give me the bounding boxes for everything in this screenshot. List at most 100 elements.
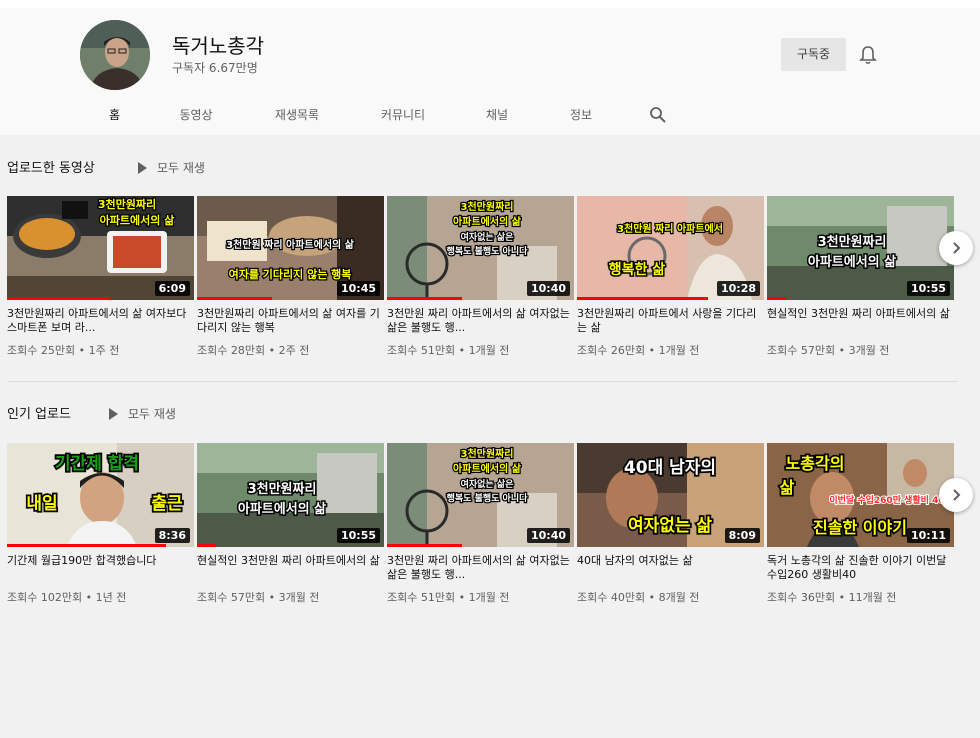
play-all-label: 모두 재생 [157,161,205,175]
thumb-overlay-line: 진솔한 이야기 [813,518,907,537]
watch-progress-bar [7,297,110,300]
video-card[interactable]: 3천만원짜리 아파트에서의 삶 6:09 3천만원짜리 아파트에서의 삶 여자보… [7,196,194,358]
video-card[interactable]: 3천만원짜리 아파트에서의 삶 10:55 현실적인 3천만원 짜리 아파트에서… [197,443,384,605]
video-meta: 조회수 102만회 • 1년 전 [7,591,127,604]
subscribe-button[interactable]: 구독중 [781,38,846,71]
video-duration: 8:36 [154,528,190,543]
video-card[interactable]: 3천만원 짜리 아파트에서의 삶 여자를 기다리지 않는 행복 10:45 3천… [197,196,384,358]
thumb-overlay-line: 3천만원 짜리 아파트에서의 삶 [226,238,355,251]
video-title[interactable]: 기간제 월급190만 합격했습니다 [7,554,194,582]
video-duration: 10:45 [336,281,380,296]
video-card[interactable]: 3천만원짜리 아파트에서의 삶 10:55 현실적인 3천만원 짜리 아파트에서… [767,196,954,358]
video-thumbnail[interactable]: 3천만원짜리 아파트에서의 삶 10:55 [197,443,384,547]
video-duration: 10:40 [526,528,570,543]
video-thumbnail[interactable]: 노총각의 삶 이번달 수입260만 생활비 40 진솔한 이야기 10:11 [767,443,954,547]
thumb-overlay-line: 삶 [780,478,795,497]
video-title[interactable]: 3천만원 짜리 아파트에서의 삶 여자없는 삶은 불행도 행... [387,554,574,582]
video-title[interactable]: 40대 남자의 여자없는 삶 [577,554,764,582]
video-title[interactable]: 현실적인 3천만원 짜리 아파트에서의 삶 [767,307,954,335]
video-thumbnail[interactable]: 3천만원짜리 아파트에서의 삶 10:55 [767,196,954,300]
chevron-right-icon [953,242,961,254]
top-strip [0,0,980,8]
play-all-button[interactable]: 모두 재생 [109,405,176,422]
thumb-overlay-line: 아파트에서의 삶 [808,254,896,270]
video-card[interactable]: 노총각의 삶 이번달 수입260만 생활비 40 진솔한 이야기 10:11 독… [767,443,954,605]
video-duration: 10:28 [716,281,760,296]
watch-progress-bar [577,297,708,300]
thumb-overlay-line: 행복도 불행도 아니다 [447,492,529,504]
thumb-overlay-line: 여자없는 삶 [628,516,712,536]
video-card[interactable]: 3천만원짜리 아파트에서의 삶 여자없는 삶은 행복도 불행도 아니다 10:4… [387,443,574,605]
thumb-overlay-line: 여자없는 삶은 [461,231,514,243]
play-icon [109,407,118,420]
watch-progress-bar [197,297,272,300]
chevron-right-icon [953,489,961,501]
video-title[interactable]: 3천만원짜리 아파트에서의 삶 여자를 기다리지 않는 행복 [197,307,384,335]
thumb-overlay-line: 행복도 불행도 아니다 [447,245,529,257]
video-title[interactable]: 3천만원짜리 아파트에서 사랑을 기다리는 삶 [577,307,764,335]
video-thumbnail[interactable]: 기간제 합격 내일 출근 8:36 [7,443,194,547]
video-meta: 조회수 36만회 • 11개월 전 [767,591,897,604]
video-meta: 조회수 57만회 • 3개월 전 [767,344,890,357]
section-title-uploads: 업로드한 동영상 [7,161,95,176]
video-title[interactable]: 3천만원 짜리 아파트에서의 삶 여자없는 삶은 불행도 행... [387,307,574,335]
video-duration: 8:09 [724,528,760,543]
search-icon[interactable] [649,106,667,124]
thumb-overlay-line: 아파트에서의 삶 [100,213,175,227]
channel-content: 업로드한 동영상 모두 재생 3천만원짜리 아파트에서의 삶 6:09 3천만원… [0,135,980,738]
thumb-overlay-line: 여자없는 삶은 [461,478,514,490]
video-thumbnail[interactable]: 3천만원짜리 아파트에서의 삶 6:09 [7,196,194,300]
thumb-overlay-line: 3천만원 짜리 아파트에서 [617,222,723,235]
watch-progress-bar [197,544,216,547]
watch-progress-bar [7,544,166,547]
video-card[interactable]: 3천만원 짜리 아파트에서 행복한 삶 10:28 3천만원짜리 아파트에서 사… [577,196,764,358]
video-duration: 10:40 [526,281,570,296]
video-title[interactable]: 현실적인 3천만원 짜리 아파트에서의 삶 [197,554,384,582]
video-meta: 조회수 25만회 • 1주 전 [7,344,120,357]
video-thumbnail[interactable]: 3천만원짜리 아파트에서의 삶 여자없는 삶은 행복도 불행도 아니다 10:4… [387,196,574,300]
section-title-popular: 인기 업로드 [7,407,71,422]
thumb-overlay-line: 3천만원짜리 [461,447,514,460]
bell-icon[interactable] [858,44,878,66]
thumb-overlay-line: 3천만원짜리 [98,197,156,211]
video-duration: 10:55 [906,281,950,296]
video-meta: 조회수 51만회 • 1개월 전 [387,591,510,604]
thumb-overlay-line: 노총각의 [786,454,845,473]
thumb-overlay-line: 3천만원짜리 [461,200,514,213]
thumb-overlay-line: 3천만원짜리 [818,234,887,250]
video-meta: 조회수 57만회 • 3개월 전 [197,591,320,604]
thumb-overlay-line: 40대 남자의 [624,458,716,478]
video-duration: 6:09 [154,281,190,296]
video-card[interactable]: 40대 남자의 여자없는 삶 8:09 40대 남자의 여자없는 삶 조회수 4… [577,443,764,605]
video-thumbnail[interactable]: 40대 남자의 여자없는 삶 8:09 [577,443,764,547]
watch-progress-bar [387,297,462,300]
video-meta: 조회수 28만회 • 2주 전 [197,344,310,357]
thumb-overlay-line: 내일 [26,494,57,514]
video-title[interactable]: 3천만원짜리 아파트에서의 삶 여자보다 스마트폰 보며 라... [7,307,194,335]
video-meta: 조회수 51만회 • 1개월 전 [387,344,510,357]
thumb-overlay-line: 출근 [151,494,183,514]
thumb-overlay-line: 행복한 삶 [609,261,666,278]
video-meta: 조회수 40만회 • 8개월 전 [577,591,700,604]
thumb-overlay-line: 이번달 수입260만 생활비 40 [829,494,944,506]
next-arrow-button[interactable] [939,478,973,512]
thumb-overlay-line: 아파트에서의 삶 [453,462,522,475]
watch-progress-bar [387,544,462,547]
section-divider [7,381,958,382]
video-thumbnail[interactable]: 3천만원짜리 아파트에서의 삶 여자없는 삶은 행복도 불행도 아니다 10:4… [387,443,574,547]
thumb-overlay-line: 여자를 기다리지 않는 행복 [229,267,352,281]
thumb-overlay-line: 3천만원짜리 [248,481,317,497]
play-all-button[interactable]: 모두 재생 [138,159,205,176]
video-duration: 10:55 [336,528,380,543]
video-title[interactable]: 독거 노총각의 삶 진솔한 이야기 이번달수입260 생활비40 [767,554,954,582]
play-all-label: 모두 재생 [128,407,176,421]
video-card[interactable]: 3천만원짜리 아파트에서의 삶 여자없는 삶은 행복도 불행도 아니다 10:4… [387,196,574,358]
play-icon [138,161,147,174]
next-arrow-button[interactable] [939,231,973,265]
thumb-overlay-line: 아파트에서의 삶 [238,501,326,517]
video-card[interactable]: 기간제 합격 내일 출근 8:36 기간제 월급190만 합격했습니다 조회수 … [7,443,194,605]
subscriber-count: 구독자 6.67만명 [172,61,258,75]
video-thumbnail[interactable]: 3천만원 짜리 아파트에서의 삶 여자를 기다리지 않는 행복 10:45 [197,196,384,300]
video-thumbnail[interactable]: 3천만원 짜리 아파트에서 행복한 삶 10:28 [577,196,764,300]
channel-avatar[interactable] [80,20,150,90]
